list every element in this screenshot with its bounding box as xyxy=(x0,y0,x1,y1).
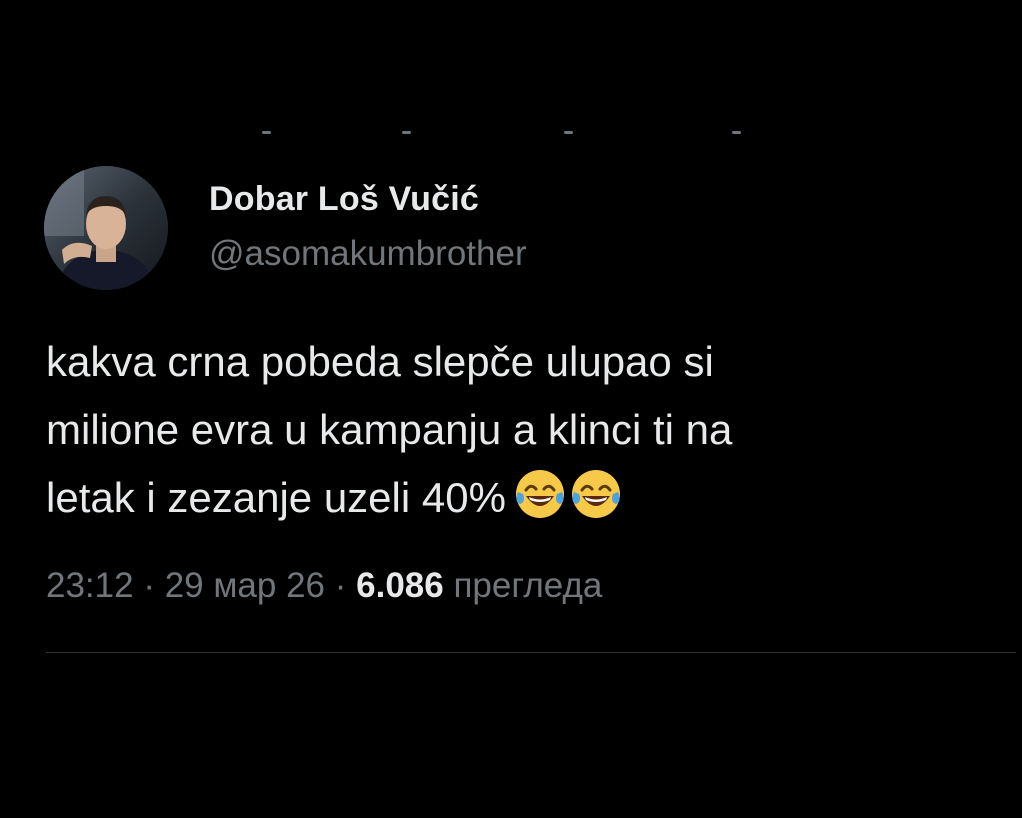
author-handle[interactable]: @asomakumbrother xyxy=(209,234,527,274)
tweet-text-body: kakva crna pobeda slepče ulupao si milio… xyxy=(46,338,733,521)
face-with-tears-of-joy-icon xyxy=(514,468,566,520)
top-separator-dots xyxy=(0,128,1022,138)
tweet-time[interactable]: 23:12 xyxy=(46,566,134,605)
tweet-date[interactable]: 29 мар 26 xyxy=(165,566,325,605)
tweet-text: kakva crna pobeda slepče ulupao si milio… xyxy=(46,328,1006,532)
views-count[interactable]: 6.086 xyxy=(356,566,444,605)
avatar[interactable] xyxy=(44,166,168,290)
author-display-name[interactable]: Dobar Loš Vučić xyxy=(209,180,479,219)
face-with-tears-of-joy-icon xyxy=(570,468,622,520)
views-label: прегледа xyxy=(453,566,603,605)
meta-separator: · xyxy=(143,566,155,605)
avatar-image xyxy=(44,166,168,290)
tweet-meta: 23:12 · 29 мар 26 · 6.086 прегледа xyxy=(46,566,602,606)
divider xyxy=(46,652,1016,653)
meta-separator: · xyxy=(334,566,347,605)
